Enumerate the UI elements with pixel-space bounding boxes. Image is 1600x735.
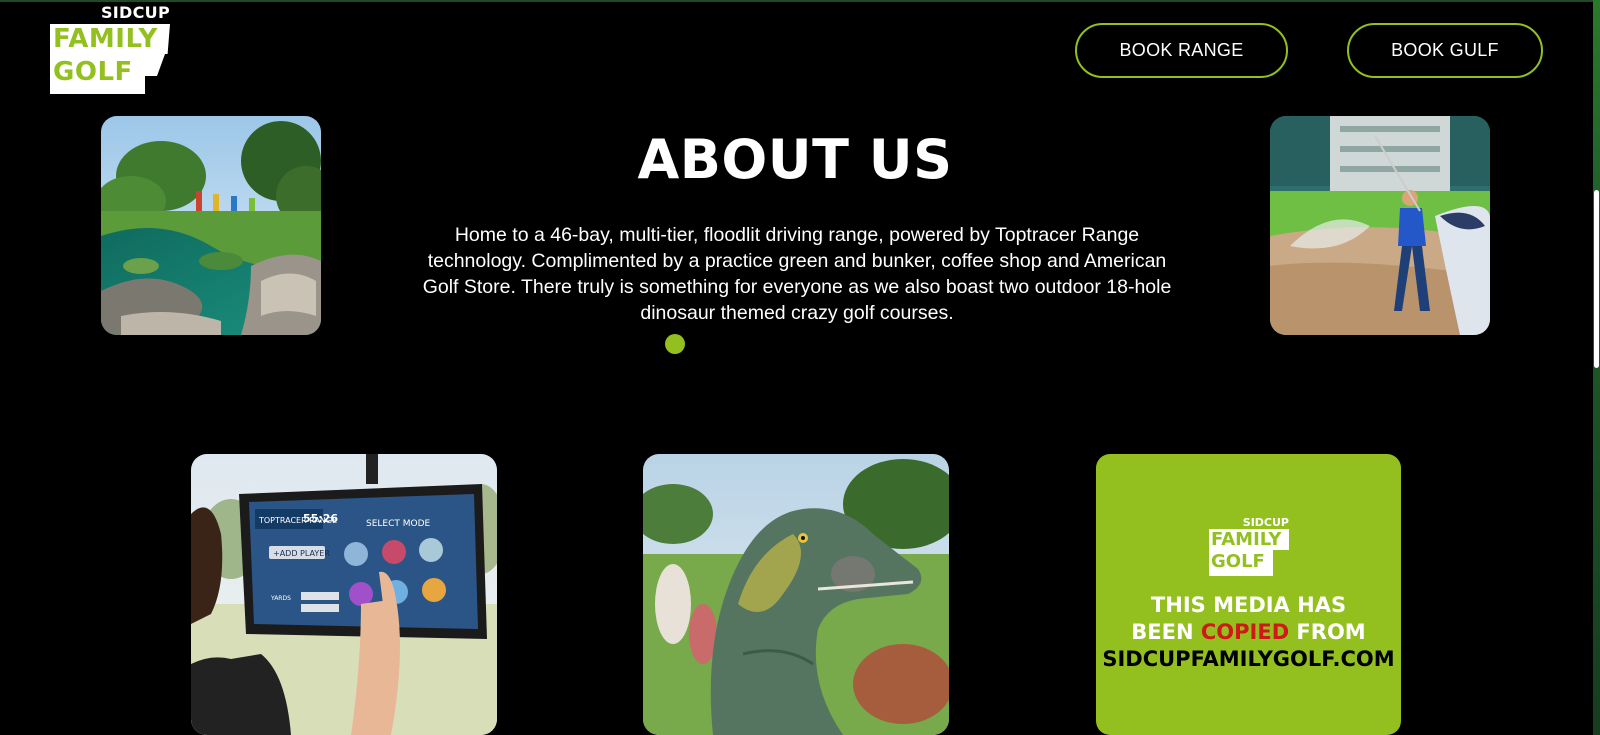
about-us-description: Home to a 46-bay, multi-tier, floodlit d…	[422, 224, 1172, 324]
message-line2a: BEEN	[1131, 620, 1201, 644]
logo-sidcup-text: SIDCUP	[100, 3, 170, 22]
message-url: SIDCUPFAMILYGOLF.COM	[1102, 647, 1395, 671]
crazy-golf-course-photo	[101, 116, 321, 335]
card-logo: SIDCUP FAMILY GOLF	[1209, 516, 1291, 580]
copied-media-card: SIDCUP FAMILY GOLF THIS MEDIA HAS BEEN C…	[1096, 454, 1401, 735]
book-range-button[interactable]: BOOK RANGE	[1075, 23, 1288, 78]
golfer-bunker-photo	[1270, 116, 1490, 335]
screen-add-player: +ADD PLAYER	[273, 549, 330, 558]
site-logo[interactable]: SIDCUP FAMILY GOLF	[50, 3, 172, 94]
dinosaur-photo	[643, 454, 949, 735]
message-line1: THIS MEDIA HAS	[1150, 593, 1347, 617]
scrollbar-thumb[interactable]	[1594, 190, 1599, 368]
card-logo-sidcup: SIDCUP	[1242, 516, 1289, 529]
copied-media-message: THIS MEDIA HAS BEEN COPIED FROM SIDCUPFA…	[1096, 592, 1401, 673]
book-gulf-button[interactable]: BOOK GULF	[1347, 23, 1543, 78]
toptracer-screen-photo: TOPTRACER RANGE 55:26 SELECT MODE +ADD P…	[191, 454, 497, 735]
screen-time: 55:26	[303, 512, 338, 525]
logo-notch	[145, 54, 165, 76]
screen-units: YARDS	[270, 595, 291, 602]
card-logo-golf: GOLF	[1209, 550, 1273, 576]
screen-select-mode: SELECT MODE	[366, 519, 431, 529]
message-copied-word: COPIED	[1200, 620, 1290, 644]
carousel-dot-indicator[interactable]	[665, 334, 685, 354]
top-accent-line	[0, 0, 1600, 2]
about-us-heading: ABOUT US	[637, 128, 953, 191]
logo-golf-text: GOLF	[50, 54, 145, 94]
card-logo-family: FAMILY	[1209, 529, 1289, 550]
logo-family-text: FAMILY	[50, 24, 170, 54]
message-line2b: FROM	[1289, 620, 1366, 644]
